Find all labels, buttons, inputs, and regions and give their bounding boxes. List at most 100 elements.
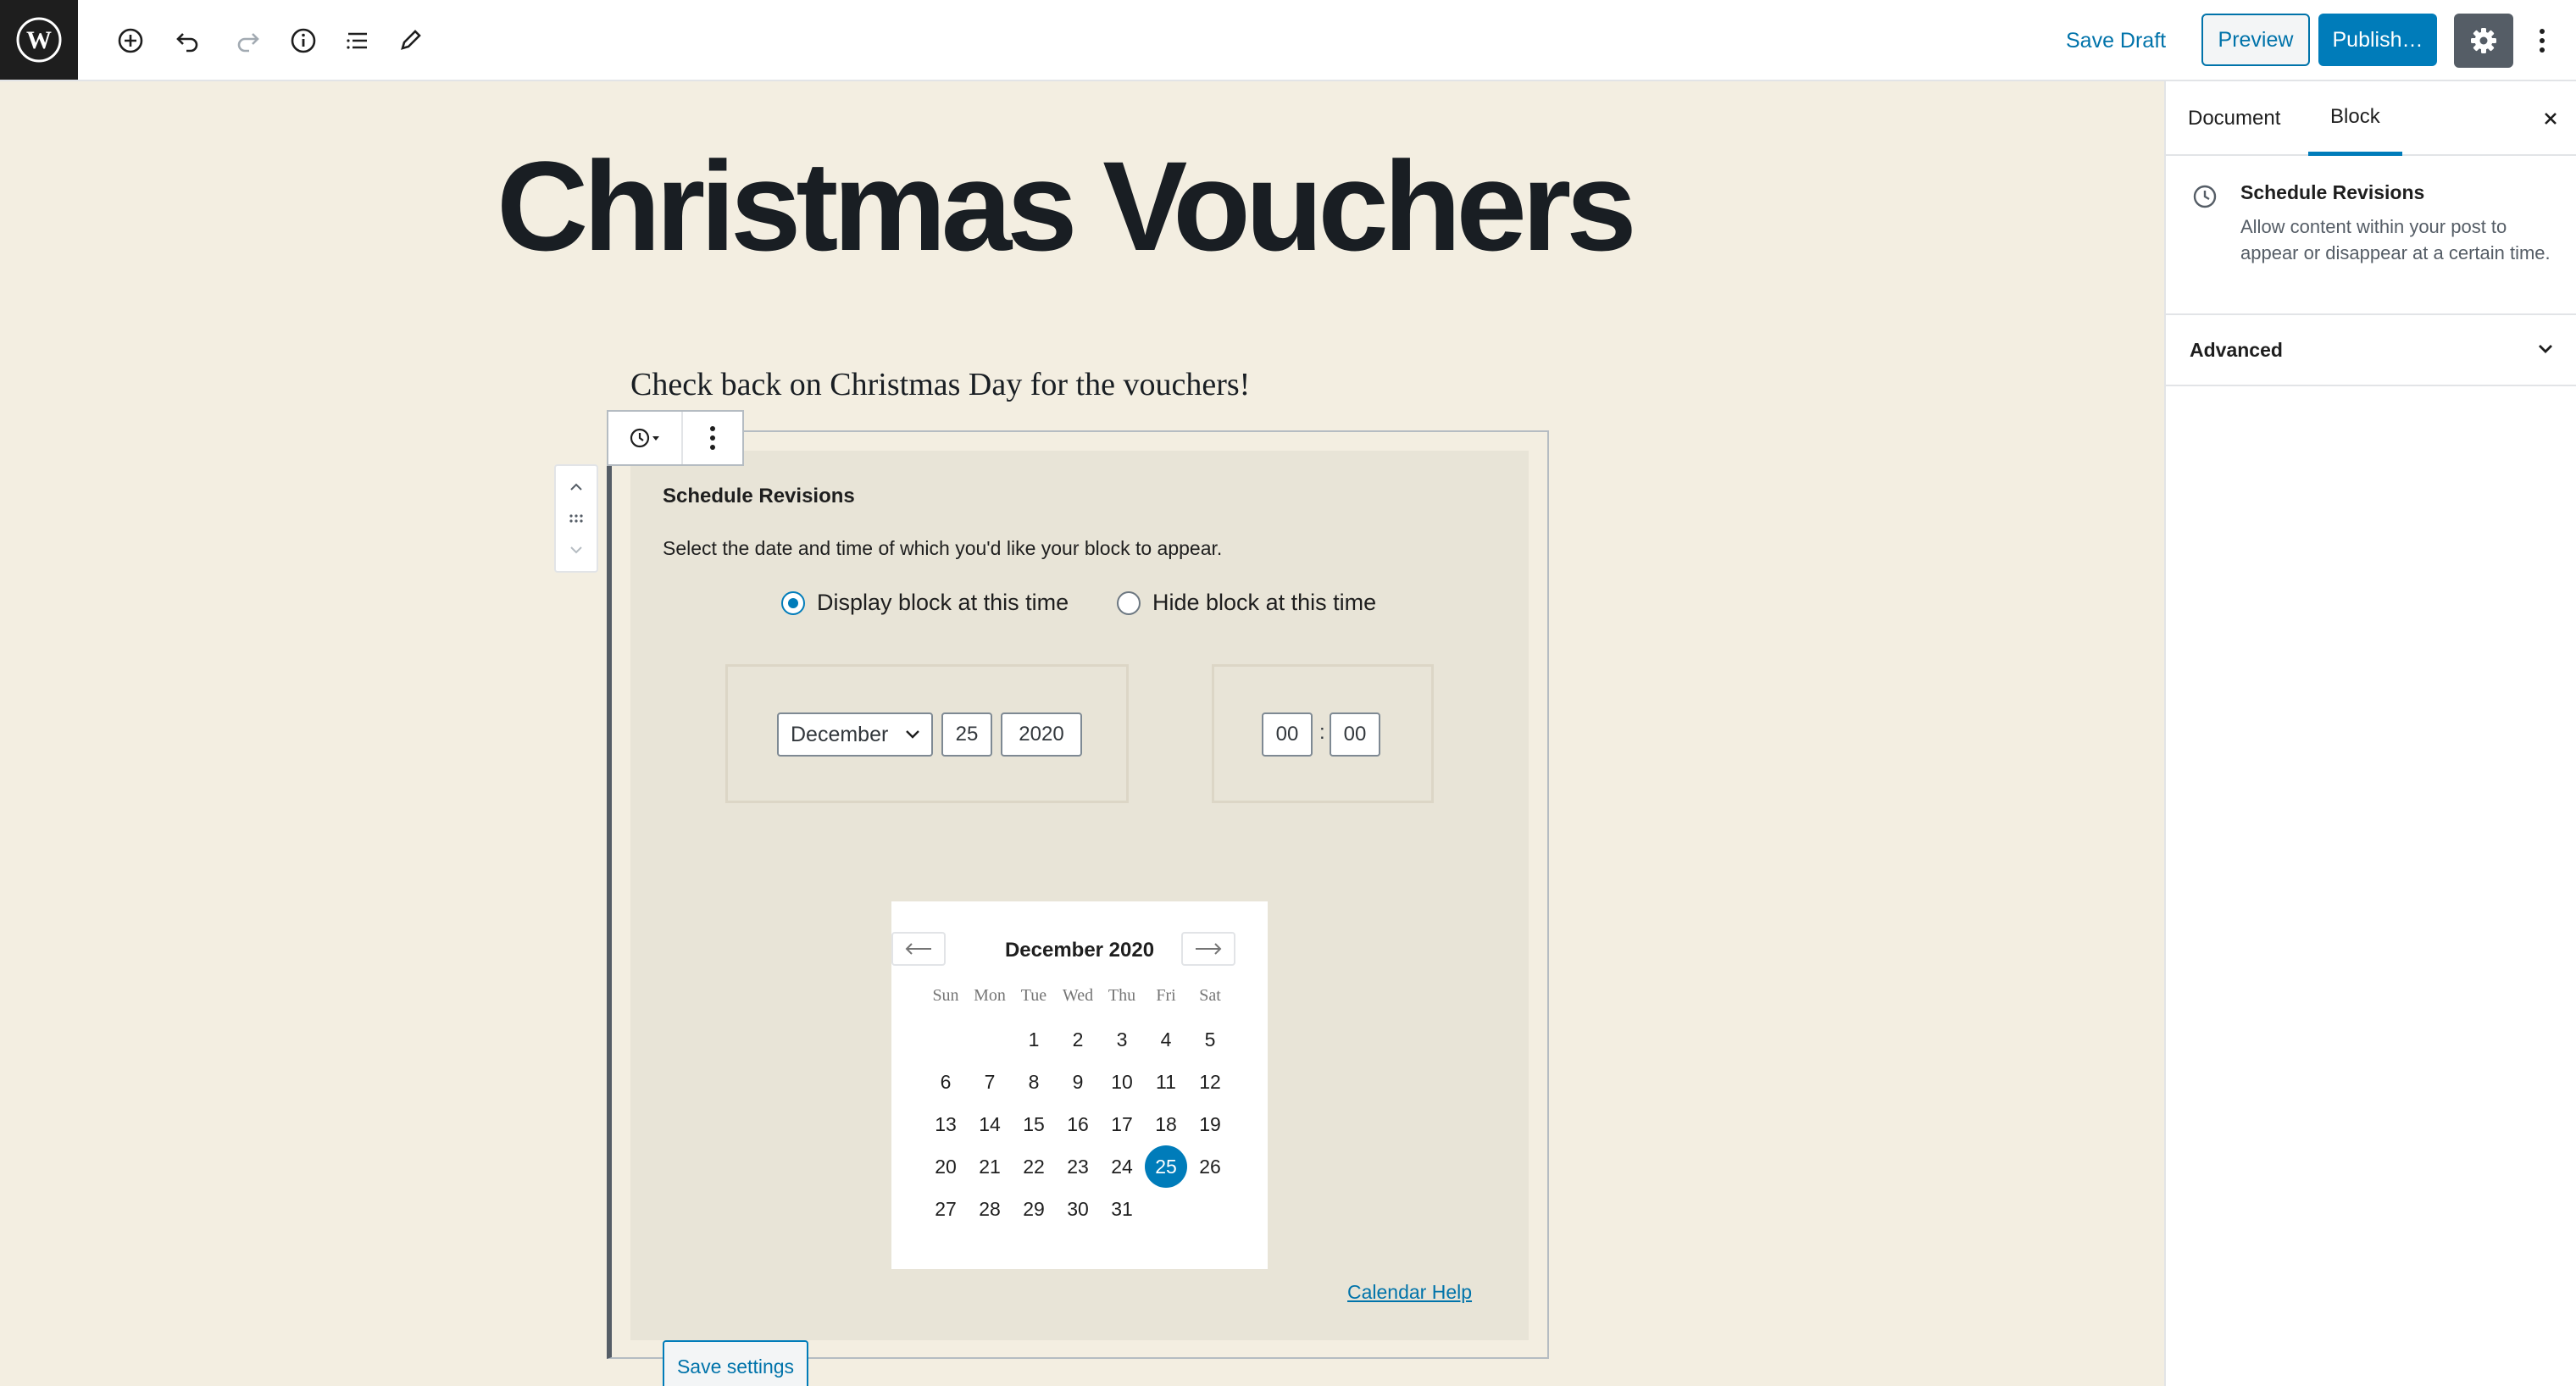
empty-day-cell (924, 1018, 968, 1061)
calendar-day[interactable]: 2 (1056, 1018, 1100, 1061)
block-title: Schedule Revisions (663, 485, 855, 507)
settings-gear-icon[interactable] (2454, 14, 2513, 68)
calendar-day[interactable]: 22 (1012, 1145, 1056, 1188)
block-mover (554, 464, 598, 573)
tab-document[interactable]: Document (2166, 81, 2302, 156)
paragraph-block[interactable]: Check back on Christmas Day for the vouc… (630, 366, 1250, 403)
weekday-label: Thu (1108, 986, 1136, 1005)
radio-display-label: Display block at this time (817, 590, 1069, 615)
tab-block[interactable]: Block (2308, 81, 2402, 156)
block-card: Schedule Revisions Allow content within … (2166, 158, 2576, 315)
undo-icon[interactable] (166, 19, 210, 63)
svg-text:W: W (26, 26, 52, 54)
calendar-day[interactable]: 14 (968, 1103, 1012, 1145)
weekday-label: Sat (1199, 986, 1221, 1005)
editor-canvas: Christmas Vouchers Check back on Christm… (0, 81, 2164, 1386)
chevron-down-icon (2534, 337, 2557, 365)
move-down-icon[interactable] (559, 535, 593, 564)
weekday-label: Fri (1156, 986, 1176, 1005)
calendar-day[interactable]: 26 (1188, 1145, 1232, 1188)
day-input[interactable]: 25 (941, 712, 992, 757)
calendar-day[interactable]: 20 (924, 1145, 968, 1188)
date-fields-group: December 25 2020 (725, 664, 1129, 803)
calendar-day[interactable]: 6 (924, 1061, 968, 1103)
radio-display-block[interactable]: Display block at this time (781, 590, 1069, 616)
calendar-day[interactable]: 3 (1100, 1018, 1144, 1061)
calendar-day[interactable]: 17 (1100, 1103, 1144, 1145)
calendar-day[interactable]: 16 (1056, 1103, 1100, 1145)
calendar-day[interactable]: 15 (1012, 1103, 1056, 1145)
calendar-day[interactable]: 1 (1012, 1018, 1056, 1061)
calendar-day[interactable]: 31 (1100, 1188, 1144, 1230)
clock-icon (2191, 183, 2218, 214)
settings-sidebar: Document Block Schedule Revisions Allow … (2164, 81, 2576, 1386)
info-icon[interactable] (281, 19, 325, 63)
weekday-label: Tue (1020, 986, 1047, 1005)
advanced-label: Advanced (2190, 339, 2283, 361)
calendar-day[interactable]: 13 (924, 1103, 968, 1145)
calendar-day[interactable]: 8 (1012, 1061, 1056, 1103)
year-input[interactable]: 2020 (1001, 712, 1082, 757)
weekday-label: Sun (932, 986, 959, 1005)
wordpress-logo-icon[interactable]: W (0, 0, 78, 80)
post-title[interactable]: Christmas Vouchers (497, 142, 1637, 269)
calendar-day[interactable]: 29 (1012, 1188, 1056, 1230)
radio-hide-label: Hide block at this time (1152, 590, 1377, 615)
more-options-icon[interactable] (2525, 19, 2559, 63)
schedule-revisions-block: Schedule Revisions Select the date and t… (630, 451, 1529, 1386)
close-icon[interactable] (2534, 102, 2568, 136)
move-up-icon[interactable] (559, 473, 593, 502)
calendar-day[interactable]: 4 (1144, 1018, 1188, 1061)
calendar-day[interactable]: 21 (968, 1145, 1012, 1188)
block-toolbar (607, 410, 744, 466)
month-select[interactable]: December (777, 712, 933, 757)
chevron-down-icon (906, 730, 919, 739)
calendar-day[interactable]: 11 (1144, 1061, 1188, 1103)
save-draft-button[interactable]: Save Draft (2052, 20, 2179, 61)
save-settings-button[interactable]: Save settings (663, 1340, 808, 1386)
calendar-day[interactable]: 5 (1188, 1018, 1232, 1061)
schedule-clock-icon[interactable] (608, 412, 683, 464)
time-separator: : (1319, 721, 1325, 744)
calendar-day[interactable]: 10 (1100, 1061, 1144, 1103)
edit-mode-icon[interactable] (388, 19, 432, 63)
calendar-day[interactable]: 12 (1188, 1061, 1232, 1103)
weekday-header: Sun Mon Tue Wed Thu Fri Sat (924, 986, 1232, 1006)
block-navigation-icon[interactable] (336, 19, 380, 63)
month-value: December (791, 722, 889, 746)
add-block-icon[interactable] (108, 19, 153, 63)
radio-unselected-icon[interactable] (1117, 590, 1141, 615)
calendar-day[interactable]: 30 (1056, 1188, 1100, 1230)
weekday-label: Mon (974, 986, 1006, 1005)
advanced-panel-toggle[interactable]: Advanced (2166, 317, 2576, 386)
calendar-day[interactable]: 27 (924, 1188, 968, 1230)
redo-icon[interactable] (225, 19, 269, 63)
radio-hide-block[interactable]: Hide block at this time (1117, 590, 1376, 616)
publish-button[interactable]: Publish… (2318, 14, 2437, 66)
block-card-title: Schedule Revisions (2240, 181, 2425, 203)
hour-input[interactable]: 00 (1262, 712, 1313, 757)
calendar-day[interactable]: 24 (1100, 1145, 1144, 1188)
date-picker-calendar: December 2020 Sun Mon Tue Wed Thu Fri Sat 1234… (891, 901, 1268, 1269)
top-toolbar: W Save Draft Preview Publish… (0, 0, 2576, 81)
time-fields-group: 00 : 00 (1212, 664, 1434, 803)
block-card-description: Allow content within your post to appear… (2240, 216, 2551, 263)
calendar-day[interactable]: 7 (968, 1061, 1012, 1103)
radio-selected-icon[interactable] (781, 590, 805, 615)
sidebar-tabs: Document Block (2166, 81, 2576, 156)
weekday-label: Wed (1062, 986, 1094, 1005)
drag-handle-icon[interactable] (559, 504, 593, 533)
calendar-day[interactable]: 28 (968, 1188, 1012, 1230)
empty-day-cell (968, 1018, 1012, 1061)
calendar-day[interactable]: 23 (1056, 1145, 1100, 1188)
calendar-day[interactable]: 19 (1188, 1103, 1232, 1145)
calendar-days-grid: 1 2 3 4 5 6 7 8 9 10 11 12 13 14 15 16 17 18 19 20 21 22 23 24 2… (924, 1018, 1232, 1230)
calendar-day[interactable]: 9 (1056, 1061, 1100, 1103)
next-month-arrow-icon[interactable] (1181, 932, 1235, 966)
calendar-day-selected[interactable]: 25 (1144, 1145, 1188, 1188)
minute-input[interactable]: 00 (1330, 712, 1380, 757)
calendar-day[interactable]: 18 (1144, 1103, 1188, 1145)
preview-button[interactable]: Preview (2201, 14, 2310, 66)
calendar-help-link[interactable]: Calendar Help (1347, 1281, 1472, 1304)
block-more-options-icon[interactable] (683, 412, 742, 464)
